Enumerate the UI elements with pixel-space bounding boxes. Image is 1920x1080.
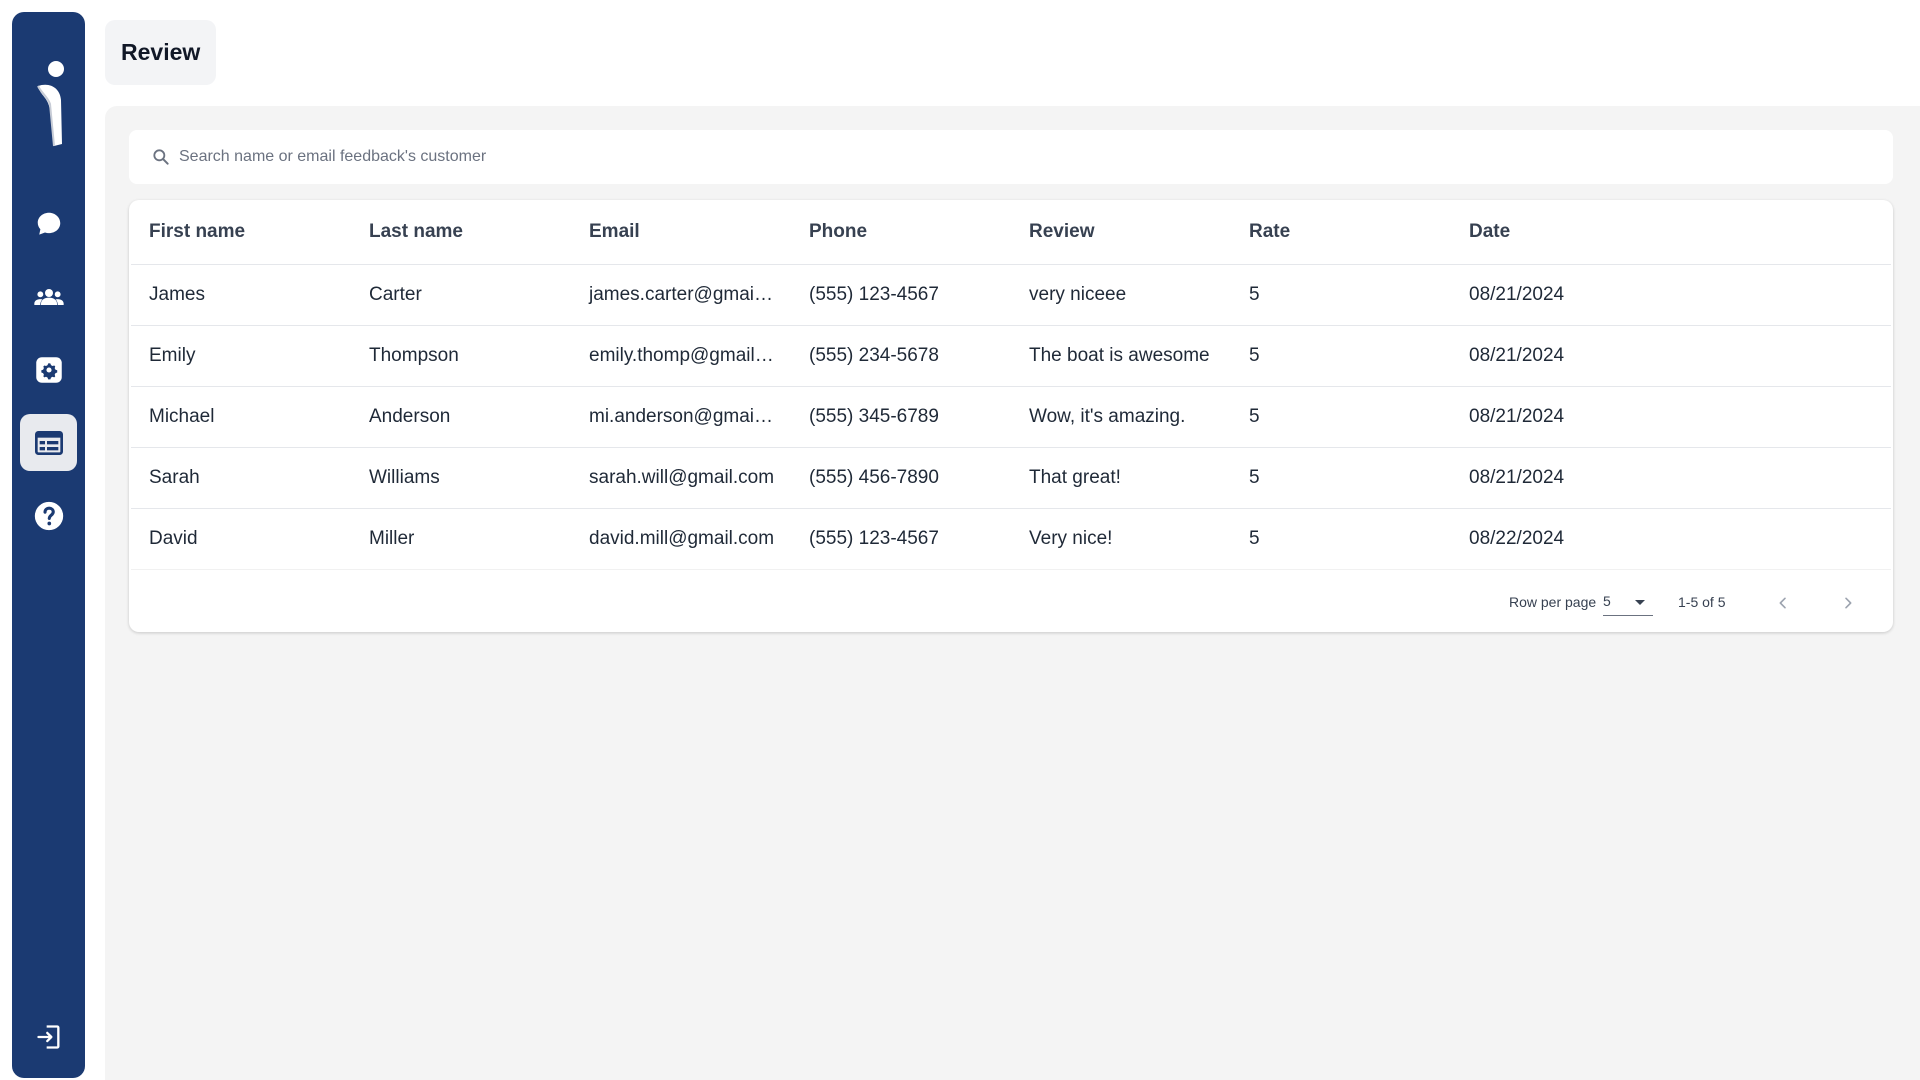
- cell-rate: 5: [1231, 386, 1451, 448]
- gear-icon: [35, 356, 62, 383]
- sidebar-item-chat[interactable]: [20, 195, 77, 252]
- cell-date: 08/22/2024: [1451, 508, 1891, 570]
- table-row[interactable]: Sarah Williams sarah.will@gmail.com (555…: [131, 447, 1891, 509]
- cell-first-name: James: [131, 264, 351, 326]
- column-header-rate[interactable]: Rate: [1231, 200, 1451, 265]
- table-header-row: First name Last name Email Phone Review …: [131, 200, 1891, 265]
- cell-phone: (555) 123-4567: [791, 508, 1011, 570]
- chat-bubble-icon: [37, 212, 60, 235]
- table-row[interactable]: Emily Thompson emily.thomp@gmail.com (55…: [131, 325, 1891, 387]
- main-panel: First name Last name Email Phone Review …: [105, 106, 1920, 1080]
- cell-review: The boat is awesome: [1011, 325, 1231, 387]
- cell-date: 08/21/2024: [1451, 386, 1891, 448]
- reviews-table: First name Last name Email Phone Review …: [131, 200, 1891, 570]
- sidebar-item-help[interactable]: [20, 487, 77, 544]
- rows-per-page-value: 5: [1603, 593, 1611, 609]
- logout-icon: [37, 1025, 60, 1049]
- users-icon: [33, 288, 64, 305]
- cell-review: very niceee: [1011, 264, 1231, 326]
- review-list-icon: [34, 430, 63, 455]
- previous-page-button[interactable]: [1770, 590, 1796, 616]
- column-header-phone[interactable]: Phone: [791, 200, 1011, 265]
- help-icon: [34, 501, 63, 530]
- chevron-right-icon: [1845, 597, 1852, 609]
- logout-button[interactable]: [34, 1022, 64, 1052]
- cell-rate: 5: [1231, 325, 1451, 387]
- page-title: Review: [105, 20, 217, 85]
- cell-last-name: Anderson: [351, 386, 571, 448]
- cell-last-name: Williams: [351, 447, 571, 509]
- table-row[interactable]: James Carter james.carter@gmail.com (555…: [131, 264, 1891, 326]
- cell-last-name: Carter: [351, 264, 571, 326]
- cell-date: 08/21/2024: [1451, 325, 1891, 387]
- cell-first-name: David: [131, 508, 351, 570]
- cell-last-name: Thompson: [351, 325, 571, 387]
- cell-first-name: Emily: [131, 325, 351, 387]
- cell-email: james.carter@gmail.com: [571, 264, 791, 326]
- cell-first-name: Sarah: [131, 447, 351, 509]
- pagination: Row per page 5 1-5 of 5: [129, 578, 1893, 626]
- cell-email: emily.thomp@gmail.com: [571, 325, 791, 387]
- cell-review: Very nice!: [1011, 508, 1231, 570]
- app-logo-icon: [26, 58, 72, 148]
- cell-rate: 5: [1231, 264, 1451, 326]
- rows-per-page-select[interactable]: 5: [1603, 590, 1653, 616]
- column-header-email[interactable]: Email: [571, 200, 791, 265]
- search-bar: [129, 130, 1893, 184]
- sidebar-item-reviews[interactable]: [20, 414, 77, 471]
- table-row[interactable]: David Miller david.mill@gmail.com (555) …: [131, 508, 1891, 570]
- cell-email: sarah.will@gmail.com: [571, 447, 791, 509]
- column-header-first-name[interactable]: First name: [131, 200, 351, 265]
- cell-date: 08/21/2024: [1451, 447, 1891, 509]
- cell-phone: (555) 345-6789: [791, 386, 1011, 448]
- column-header-review[interactable]: Review: [1011, 200, 1231, 265]
- search-input[interactable]: [179, 148, 1779, 166]
- sidebar-item-settings[interactable]: [20, 341, 77, 398]
- cell-phone: (555) 123-4567: [791, 264, 1011, 326]
- column-header-last-name[interactable]: Last name: [351, 200, 571, 265]
- pagination-range: 1-5 of 5: [1678, 594, 1726, 610]
- table-row[interactable]: Michael Anderson mi.anderson@gmail.com (…: [131, 386, 1891, 448]
- sidebar-item-users[interactable]: [20, 268, 77, 325]
- sidebar: [12, 12, 85, 1078]
- search-icon: [153, 149, 169, 165]
- rows-per-page-label: Row per page: [1509, 594, 1597, 610]
- reviews-table-card: First name Last name Email Phone Review …: [129, 200, 1893, 632]
- cell-last-name: Miller: [351, 508, 571, 570]
- cell-rate: 5: [1231, 508, 1451, 570]
- cell-review: Wow, it's amazing.: [1011, 386, 1231, 448]
- cell-first-name: Michael: [131, 386, 351, 448]
- next-page-button[interactable]: [1835, 590, 1861, 616]
- caret-down-icon: [1635, 600, 1645, 605]
- cell-phone: (555) 234-5678: [791, 325, 1011, 387]
- cell-review: That great!: [1011, 447, 1231, 509]
- chevron-left-icon: [1779, 597, 1786, 609]
- cell-email: mi.anderson@gmail.com: [571, 386, 791, 448]
- column-header-date[interactable]: Date: [1451, 200, 1891, 265]
- cell-rate: 5: [1231, 447, 1451, 509]
- cell-date: 08/21/2024: [1451, 264, 1891, 326]
- cell-phone: (555) 456-7890: [791, 447, 1011, 509]
- cell-email: david.mill@gmail.com: [571, 508, 791, 570]
